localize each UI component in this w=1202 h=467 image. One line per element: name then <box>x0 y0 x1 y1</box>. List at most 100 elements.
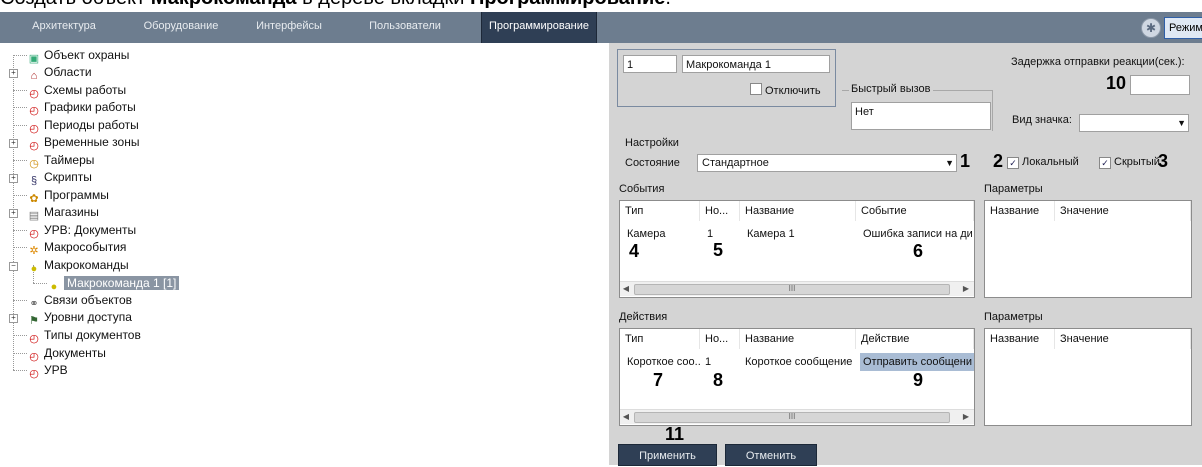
chevron-down-icon: ▼ <box>1177 118 1186 128</box>
scroll-left-icon[interactable]: ◀ <box>620 410 632 424</box>
horizontal-scrollbar[interactable]: ◀ III ▶ <box>620 409 974 424</box>
tree-item-stores[interactable]: ▤ Магазины <box>27 204 99 222</box>
name-field[interactable]: Макрокоманда 1 <box>682 55 830 73</box>
table-cell[interactable]: Короткое соо... <box>624 353 700 371</box>
table-cell-selected[interactable]: Отправить сообщени <box>860 353 974 371</box>
quick-call-field[interactable]: Нет <box>851 102 991 130</box>
expand-toggle[interactable]: + <box>9 139 18 148</box>
table-cell[interactable]: Короткое сообщение 1 <box>742 353 856 371</box>
action-params-label: Параметры <box>984 311 1043 323</box>
column-header[interactable]: Но... <box>700 329 740 349</box>
checkbox-checked-icon: ✓ <box>1099 157 1111 169</box>
tab-equipment[interactable]: Оборудование <box>138 12 224 43</box>
tab-programming[interactable]: Программирование <box>481 12 597 43</box>
column-header[interactable]: Значение <box>1055 329 1191 349</box>
tree-item-time-zones[interactable]: ◴ Временные зоны <box>27 134 139 152</box>
column-header[interactable]: Название <box>740 329 856 349</box>
settings-label: Настройки <box>625 137 679 149</box>
table-cell[interactable]: Камера 1 <box>744 225 856 243</box>
callout-3: 3 <box>1158 151 1169 171</box>
column-header[interactable]: Название <box>985 201 1055 221</box>
tree-item-urv[interactable]: ◴ УРВ <box>27 362 67 380</box>
macro-event-icon: ✲ <box>29 245 39 257</box>
actions-label: Действия <box>619 311 668 323</box>
expand-toggle[interactable]: + <box>9 174 18 183</box>
clock-icon: ◴ <box>29 105 39 117</box>
checkbox-checked-icon: ✓ <box>1007 157 1019 169</box>
apply-button[interactable]: Применить <box>618 444 717 466</box>
local-checkbox[interactable]: ✓ Локальный <box>1007 156 1079 169</box>
state-select[interactable]: Стандартное ▼ <box>697 154 957 172</box>
column-header[interactable]: Действие <box>856 329 974 349</box>
quick-call-label: Быстрый вызов <box>849 83 933 95</box>
callout-5: 5 <box>713 240 724 260</box>
expand-toggle[interactable]: + <box>9 69 18 78</box>
column-header[interactable]: Но... <box>700 201 740 221</box>
tree-item-scripts[interactable]: § Скрипты <box>27 169 92 187</box>
script-icon: § <box>30 175 38 187</box>
tree-item-document-types[interactable]: ◴ Типы документов <box>27 327 141 345</box>
scroll-thumb[interactable]: III <box>634 284 950 295</box>
tree-item-macro-command-1[interactable]: ● Макрокоманда 1 [1] <box>47 275 180 293</box>
scroll-right-icon[interactable]: ▶ <box>960 282 972 296</box>
callout-1: 1 <box>960 151 971 171</box>
caption-text: в дереве вкладки <box>297 0 470 9</box>
tree-item-work-schemes[interactable]: ◴ Схемы работы <box>27 82 127 100</box>
tree-item-areas[interactable]: ⌂ Области <box>27 64 92 82</box>
tree-item-work-schedules[interactable]: ◴ Графики работы <box>27 99 136 117</box>
horizontal-scrollbar[interactable]: ◀ III ▶ <box>620 281 974 296</box>
tree-item-label: Макрокоманды <box>44 258 129 272</box>
collapse-toggle[interactable]: − <box>9 262 18 271</box>
tree-item-macro-events[interactable]: ✲ Макрособытия <box>27 239 126 257</box>
disable-checkbox[interactable]: Отключить <box>750 83 821 97</box>
hidden-label: Скрытый <box>1114 156 1160 168</box>
tree-item-timers[interactable]: ◷ Таймеры <box>27 152 95 170</box>
expand-toggle[interactable]: + <box>9 209 18 218</box>
tree-item-label: Уровни доступа <box>44 310 132 324</box>
tree-item-label: Таймеры <box>44 153 95 167</box>
hidden-checkbox[interactable]: ✓ Скрытый <box>1099 156 1160 169</box>
local-label: Локальный <box>1022 156 1079 168</box>
tree-item-work-periods[interactable]: ◴ Периоды работы <box>27 117 139 135</box>
column-header[interactable]: Значение <box>1055 201 1191 221</box>
action-params-table[interactable]: Название Значение <box>984 328 1192 426</box>
column-header[interactable]: Событие <box>856 201 974 221</box>
id-field[interactable]: 1 <box>623 55 677 73</box>
tab-architecture[interactable]: Архитектура <box>28 12 100 43</box>
tree-item-label: Схемы работы <box>44 83 127 97</box>
tree-item-object-links[interactable]: ⚭ Связи объектов <box>27 292 132 310</box>
tree-item-label: Области <box>44 65 92 79</box>
icon-type-select[interactable]: ▼ <box>1079 114 1189 132</box>
scroll-thumb[interactable]: III <box>634 412 950 423</box>
properties-panel: 1 Макрокоманда 1 Отключить Быстрый вызов… <box>609 43 1202 466</box>
tree-item-label: Графики работы <box>44 100 136 114</box>
tree-item-label: Периоды работы <box>44 118 139 132</box>
gear-icon[interactable]: ✱ <box>1141 18 1161 38</box>
tree-item-macro-commands[interactable]: ● Макрокоманды <box>27 257 129 275</box>
tree-item-security-object[interactable]: ▣ Объект охраны <box>27 47 130 65</box>
mode-button[interactable]: Режим <box>1164 17 1202 39</box>
identity-group: 1 Макрокоманда 1 Отключить <box>617 49 836 107</box>
column-header[interactable]: Тип <box>620 201 700 221</box>
column-header[interactable]: Тип <box>620 329 700 349</box>
tree-item-access-levels[interactable]: ⚑ Уровни доступа <box>27 309 132 327</box>
cancel-button[interactable]: Отменить <box>725 444 817 466</box>
expand-toggle[interactable]: + <box>9 314 18 323</box>
checkbox-icon <box>750 83 762 95</box>
table-cell[interactable]: 1 <box>702 353 740 371</box>
callout-8: 8 <box>713 370 724 390</box>
tree-item-documents[interactable]: ◴ Документы <box>27 345 106 363</box>
access-icon: ⚑ <box>29 315 39 327</box>
tree-item-urv-documents[interactable]: ◴ УРВ: Документы <box>27 222 136 240</box>
event-params-table[interactable]: Название Значение <box>984 200 1192 298</box>
state-value: Стандартное <box>702 157 769 169</box>
tab-interfaces[interactable]: Интерфейсы <box>254 12 324 43</box>
scroll-left-icon[interactable]: ◀ <box>620 282 632 296</box>
column-header[interactable]: Название <box>740 201 856 221</box>
tab-users[interactable]: Пользователи <box>364 12 446 43</box>
delay-field[interactable] <box>1130 75 1190 95</box>
scroll-right-icon[interactable]: ▶ <box>960 410 972 424</box>
callout-2: 2 <box>993 151 1004 171</box>
column-header[interactable]: Название <box>985 329 1055 349</box>
tree-item-programs[interactable]: ✿ Программы <box>27 187 108 205</box>
